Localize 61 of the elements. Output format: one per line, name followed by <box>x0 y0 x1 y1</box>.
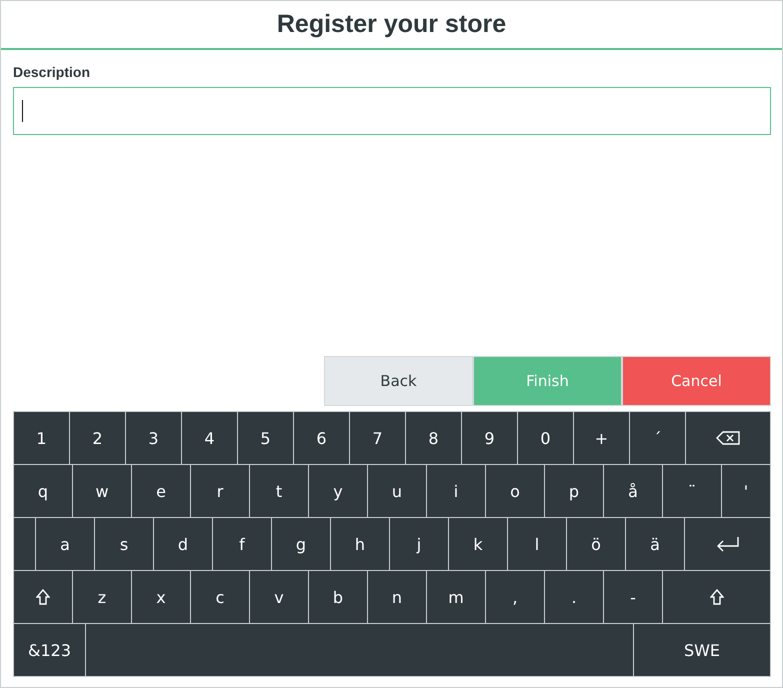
key[interactable]: 6 <box>294 412 349 464</box>
key[interactable]: k <box>449 518 507 570</box>
key[interactable]: ä <box>626 518 684 570</box>
shift-icon <box>710 589 724 605</box>
back-button[interactable]: Back <box>324 356 473 406</box>
key[interactable]: 1 <box>14 412 69 464</box>
key[interactable]: t <box>250 465 308 517</box>
shift-icon <box>36 589 50 605</box>
key[interactable]: 2 <box>70 412 125 464</box>
backspace-key[interactable] <box>686 412 770 464</box>
key[interactable]: n <box>368 571 426 623</box>
enter-key[interactable] <box>685 518 770 570</box>
key[interactable]: 5 <box>238 412 293 464</box>
space-bar[interactable] <box>86 624 633 676</box>
key[interactable]: l <box>508 518 566 570</box>
key[interactable]: ' <box>722 465 770 517</box>
key[interactable]: - <box>604 571 662 623</box>
key[interactable]: SWE <box>634 624 770 676</box>
key[interactable]: f <box>213 518 271 570</box>
key[interactable]: + <box>574 412 629 464</box>
key[interactable]: j <box>390 518 448 570</box>
key[interactable]: 0 <box>518 412 573 464</box>
key[interactable]: u <box>368 465 426 517</box>
key[interactable]: 7 <box>350 412 405 464</box>
key[interactable]: ¨ <box>663 465 721 517</box>
key[interactable]: å <box>604 465 662 517</box>
key[interactable]: m <box>427 571 485 623</box>
key[interactable]: ö <box>567 518 625 570</box>
description-field[interactable] <box>13 87 771 135</box>
key[interactable]: ´ <box>630 412 685 464</box>
key[interactable]: y <box>309 465 367 517</box>
key[interactable]: p <box>545 465 603 517</box>
key[interactable]: , <box>486 571 544 623</box>
enter-icon <box>716 536 740 552</box>
key[interactable]: w <box>73 465 131 517</box>
key[interactable]: 4 <box>182 412 237 464</box>
text-caret <box>22 100 23 122</box>
shift-key[interactable] <box>14 571 72 623</box>
key[interactable]: v <box>250 571 308 623</box>
key[interactable]: c <box>191 571 249 623</box>
key[interactable]: 9 <box>462 412 517 464</box>
key[interactable]: g <box>272 518 330 570</box>
key[interactable]: o <box>486 465 544 517</box>
backspace-icon <box>716 431 740 445</box>
key[interactable]: d <box>154 518 212 570</box>
key[interactable]: e <box>132 465 190 517</box>
key[interactable]: 8 <box>406 412 461 464</box>
key[interactable]: s <box>95 518 153 570</box>
key[interactable]: h <box>331 518 389 570</box>
field-label: Description <box>13 64 90 80</box>
key[interactable]: . <box>545 571 603 623</box>
key[interactable]: z <box>73 571 131 623</box>
key[interactable]: 3 <box>126 412 181 464</box>
key[interactable]: a <box>36 518 94 570</box>
key[interactable]: x <box>132 571 190 623</box>
key[interactable]: r <box>191 465 249 517</box>
key[interactable]: &123 <box>14 624 85 676</box>
page-title: Register your store <box>276 10 506 39</box>
key[interactable]: b <box>309 571 367 623</box>
key[interactable]: q <box>14 465 72 517</box>
key[interactable]: i <box>427 465 485 517</box>
